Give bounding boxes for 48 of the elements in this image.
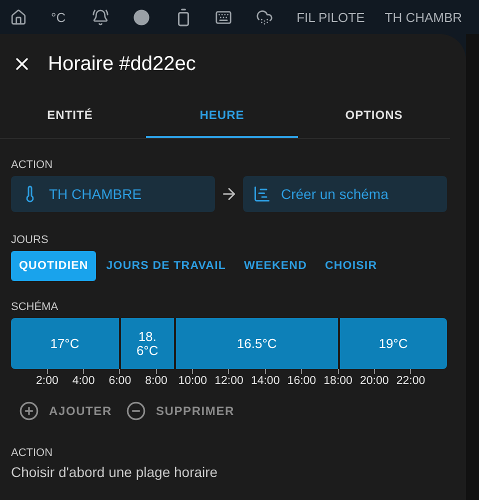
bell-icon bbox=[92, 8, 109, 26]
axis-label: 16:00 bbox=[287, 375, 316, 387]
axis-label: 10:00 bbox=[178, 375, 207, 387]
nav-tab[interactable]: °C bbox=[51, 10, 66, 24]
nav-tab[interactable] bbox=[132, 8, 150, 26]
tab[interactable]: OPTIONS bbox=[298, 94, 450, 138]
axis-label: 14:00 bbox=[250, 375, 280, 387]
entity-button[interactable]: TH CHAMBRE bbox=[11, 176, 215, 212]
axis-label: 22:00 bbox=[396, 375, 426, 387]
remove-button[interactable]: SUPPRIMER bbox=[126, 401, 234, 421]
tab[interactable]: HEURE bbox=[146, 94, 298, 138]
home-icon bbox=[10, 8, 27, 26]
day-option[interactable]: CHOISIR bbox=[317, 251, 386, 281]
add-button[interactable]: AJOUTER bbox=[19, 401, 112, 421]
axis-label: 8:00 bbox=[145, 375, 168, 387]
day-option[interactable]: WEEKEND bbox=[236, 251, 315, 281]
section-heading: SCHÉMA bbox=[11, 301, 60, 313]
circle-icon bbox=[132, 8, 150, 26]
schedule-segment[interactable]: 17°C bbox=[11, 318, 118, 369]
keyboard-icon bbox=[214, 8, 232, 26]
nav-tab[interactable] bbox=[256, 8, 273, 26]
day-option[interactable]: JOURS DE TRAVAIL bbox=[98, 251, 234, 281]
schema-icon bbox=[253, 185, 271, 203]
axis-label: 4:00 bbox=[72, 375, 95, 387]
nav-tab[interactable]: FIL PILOTE bbox=[296, 10, 365, 24]
schedule-segment[interactable]: 19°C bbox=[340, 318, 447, 369]
schedule-segment[interactable]: 16.5°C bbox=[176, 318, 338, 369]
nav-tab[interactable]: TH CHAMBR bbox=[384, 10, 462, 24]
minus-icon bbox=[126, 401, 146, 421]
hint-text: Choisir d'abord une plage horaire bbox=[11, 464, 219, 480]
plus-icon bbox=[19, 401, 39, 421]
section-heading: ACTION bbox=[11, 159, 54, 171]
axis-label: 6:00 bbox=[108, 375, 132, 387]
schedule-segment[interactable]: 18. 6°C bbox=[120, 318, 174, 369]
nav-tab[interactable] bbox=[92, 8, 109, 26]
nav-tab[interactable] bbox=[214, 8, 232, 26]
axis-label: 2:00 bbox=[36, 375, 58, 387]
action-button[interactable]: Créer un schéma bbox=[243, 176, 447, 212]
axis-label: 20:00 bbox=[360, 375, 389, 387]
axis-label: 18:00 bbox=[324, 375, 352, 387]
cloud-snow-icon bbox=[256, 8, 273, 26]
tab[interactable]: ENTITÉ bbox=[0, 94, 146, 138]
section-heading: ACTION bbox=[11, 447, 54, 459]
dialog-title: Horaire #dd22ec bbox=[48, 52, 196, 76]
arrow-icon bbox=[220, 185, 238, 203]
axis-label: 12:00 bbox=[214, 375, 244, 387]
section-heading: JOURS bbox=[11, 234, 50, 246]
nav-tab[interactable] bbox=[10, 8, 27, 26]
